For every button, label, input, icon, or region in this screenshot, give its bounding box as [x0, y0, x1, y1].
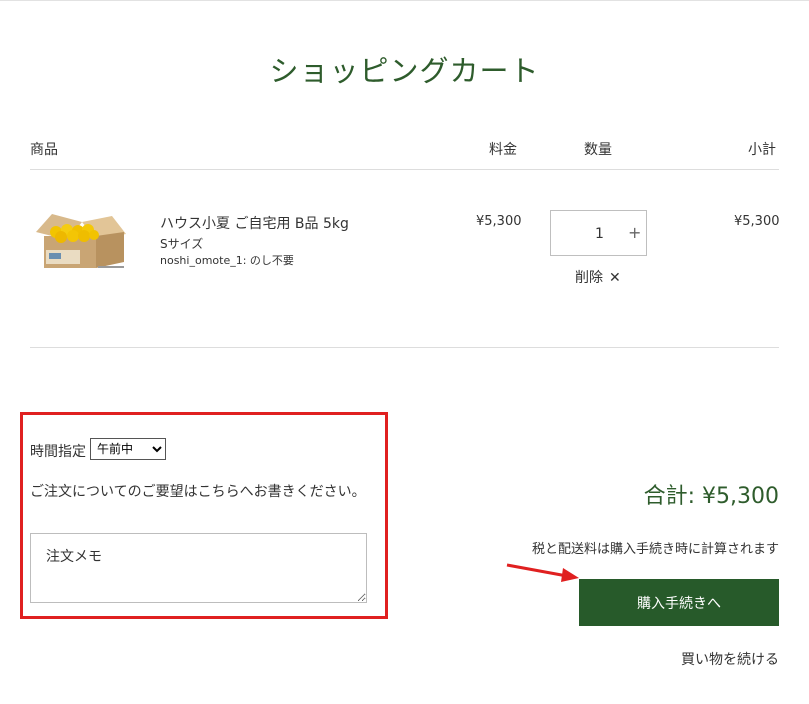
top-divider [0, 0, 809, 1]
header-quantity: 数量 [584, 142, 612, 158]
time-select[interactable]: 午前中 [90, 438, 166, 460]
item-price: ¥5,300 [476, 214, 522, 229]
product-image[interactable] [30, 206, 130, 276]
tax-note: 税と配送料は購入手続き時に計算されます [531, 542, 779, 557]
remove-label: 削除 [575, 270, 603, 286]
product-option: noshi_omote_1: のし不要 [160, 254, 294, 267]
header-divider [30, 169, 779, 170]
header-product: 商品 [30, 142, 58, 158]
close-icon: ✕ [609, 270, 621, 286]
order-memo-textarea[interactable] [30, 533, 367, 603]
plus-icon[interactable]: + [628, 223, 641, 242]
header-price: 料金 [489, 142, 517, 158]
time-label: 時間指定 [30, 444, 86, 460]
product-name-link[interactable]: ハウス小夏 ご自宅用 B品 5kg [160, 213, 349, 233]
header-subtotal: 小計 [748, 142, 776, 158]
boxed-yellow-citrus-image [36, 214, 126, 268]
item-subtotal: ¥5,300 [734, 214, 780, 229]
items-divider [30, 347, 779, 348]
arrow-icon [506, 563, 579, 582]
product-variant: Sサイズ [160, 237, 204, 251]
page-title: ショッピングカート [269, 54, 540, 88]
quantity-stepper[interactable]: 1 + [550, 210, 647, 256]
quantity-value[interactable]: 1 [595, 226, 604, 242]
cart-total: 合計: ¥5,300 [643, 484, 779, 509]
remove-button[interactable]: 削除 ✕ [575, 267, 621, 287]
continue-shopping-link[interactable]: 買い物を続ける [681, 649, 779, 669]
checkout-button[interactable]: 購入手続きへ [579, 579, 779, 626]
request-label: ご注文についてのご要望はこちらへお書きください。 [30, 484, 366, 500]
